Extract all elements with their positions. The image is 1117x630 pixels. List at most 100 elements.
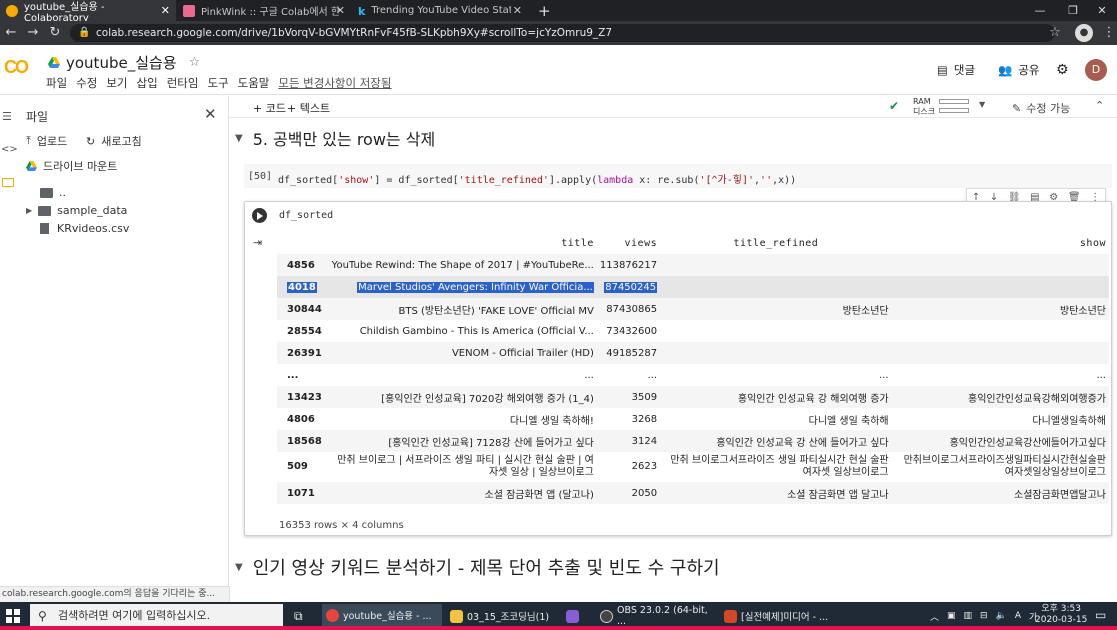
- close-icon[interactable]: ✕: [161, 4, 170, 17]
- close-icon[interactable]: ✕: [513, 4, 522, 17]
- output-icon[interactable]: ⇥: [253, 236, 262, 249]
- show-cell: 방탄소년단: [891, 298, 1109, 320]
- edit-mode-button[interactable]: ✎ 수정 가능: [1012, 100, 1070, 116]
- menu-edit[interactable]: 수정: [76, 75, 97, 91]
- close-icon[interactable]: ✕: [336, 4, 345, 17]
- browser-menu-icon[interactable]: ⋮: [1100, 24, 1117, 42]
- ime-icon[interactable]: A: [1015, 611, 1021, 621]
- views-cell: 3124: [596, 430, 661, 452]
- browser-tab-pinkwink[interactable]: PinkWink :: 구글 Colab에서 한글 ✕: [177, 0, 351, 21]
- notebook-toolbar: + 코드 + 텍스트 ✔ RAM 디스크 ▼ ✎ 수정 가능 ⌃: [229, 96, 1117, 118]
- browser-tab-colab[interactable]: youtube_실습용 - Colaboratory ✕: [0, 0, 176, 24]
- upload-button[interactable]: ⤒ 업로드: [26, 133, 67, 149]
- chevron-up-icon[interactable]: ︿: [930, 610, 939, 623]
- network-icon[interactable]: ⊟: [980, 611, 988, 621]
- file-tree-item[interactable]: ▶ sample_data: [26, 204, 127, 217]
- colab-logo[interactable]: CO: [4, 57, 29, 78]
- caret-down-icon[interactable]: ▼: [235, 562, 243, 573]
- views-cell: 49185287: [596, 342, 661, 364]
- restore-icon[interactable]: ❐: [1058, 0, 1088, 21]
- taskbar-app-visual-studio[interactable]: [562, 604, 590, 628]
- share-button[interactable]: 👥 공유: [998, 62, 1040, 78]
- reload-icon[interactable]: ↻: [46, 24, 64, 42]
- avatar[interactable]: D: [1085, 59, 1107, 81]
- menu-file[interactable]: 파일: [46, 75, 67, 91]
- chevron-right-icon: ▶: [26, 206, 33, 215]
- notification-icon[interactable]: ▭: [1095, 608, 1106, 622]
- code-snippets-icon[interactable]: <>: [1, 144, 18, 155]
- forward-icon[interactable]: →: [24, 24, 42, 42]
- windows-start-icon[interactable]: [6, 609, 20, 623]
- edit-mode-label: 수정 가능: [1026, 102, 1071, 115]
- tray-app-icon[interactable]: ▥: [964, 611, 973, 621]
- menu-tools[interactable]: 도구: [207, 75, 228, 91]
- save-status[interactable]: 모든 변경사항이 저장됨: [278, 75, 391, 91]
- upload-label: 업로드: [36, 135, 68, 148]
- collapse-header-icon[interactable]: ⌃: [1095, 99, 1104, 112]
- column-header: [277, 232, 329, 254]
- folder-icon: [40, 187, 53, 198]
- minimize-icon[interactable]: —: [1025, 0, 1055, 21]
- code-text[interactable]: df_sorted['show'] = df_sorted['title_ref…: [278, 171, 796, 186]
- menu-insert[interactable]: 삽입: [137, 75, 158, 91]
- taskbar-app-explorer[interactable]: 03_15_조코딩님(1): [446, 604, 558, 628]
- menu-help[interactable]: 도움말: [238, 75, 270, 91]
- section-heading[interactable]: ▼ 인기 영상 키워드 분석하기 - 제목 단어 추출 및 빈도 수 구하기: [235, 554, 720, 580]
- taskbar-app-obs[interactable]: OBS 23.0.2 (64-bit, ...: [596, 604, 716, 628]
- file-name: KRvideos.csv: [57, 222, 130, 235]
- run-cell-button[interactable]: [252, 208, 267, 223]
- add-code-button[interactable]: + 코드: [253, 100, 286, 116]
- mount-drive-button[interactable]: 드라이브 마운트: [26, 158, 117, 174]
- taskbar-app-chrome[interactable]: youtube_실습용 - ...: [322, 604, 442, 628]
- browser-address-bar: ← → ↻ 🔒 colab.research.google.com/drive/…: [0, 21, 1117, 45]
- back-icon[interactable]: ←: [2, 24, 20, 42]
- refresh-label: 새로고침: [101, 135, 142, 148]
- caret-down-icon[interactable]: ▼: [235, 133, 243, 144]
- comment-button[interactable]: ▤ 댓글: [937, 62, 975, 78]
- taskbar-app-powerpoint[interactable]: [실전예제]미디어 - ...: [720, 604, 840, 628]
- row-index: 4806: [287, 413, 315, 425]
- resource-monitor[interactable]: RAM 디스크: [913, 97, 935, 117]
- cell-code[interactable]: df_sorted: [279, 210, 333, 221]
- title-cell: 만취 브이로그 | 서프라이즈 생일 파티 | 실시간 현실 술판 | 여자셋 …: [337, 455, 594, 478]
- file-tree-item[interactable]: KRvideos.csv: [40, 222, 129, 235]
- show-cell: 만취브이로그서프라이즈생일파티실시간현실술판여자셋일상일상브이로그: [903, 455, 1106, 478]
- show-cell: 홍익인간인성교육강해외여행증가: [891, 386, 1109, 408]
- star-icon[interactable]: ☆: [189, 55, 201, 70]
- toc-icon[interactable]: ☰: [2, 110, 12, 123]
- views-cell: 3268: [631, 413, 658, 425]
- task-view-icon[interactable]: ⧉: [290, 604, 316, 628]
- new-tab-button[interactable]: +: [532, 0, 554, 21]
- title-cell: YouTube Rewind: The Shape of 2017 | #You…: [328, 254, 597, 276]
- folder-icon[interactable]: [2, 178, 14, 187]
- taskbar-search-input[interactable]: ⚲ 검색하려면 여기에 입력하십시오.: [30, 604, 283, 628]
- notebook-area: + 코드 + 텍스트 ✔ RAM 디스크 ▼ ✎ 수정 가능 ⌃ ▼ 5. 공백…: [229, 96, 1117, 586]
- refresh-button[interactable]: ↻ 새로고침: [86, 133, 142, 149]
- code-cell[interactable]: [50] df_sorted['show'] = df_sorted['titl…: [244, 164, 1112, 188]
- people-icon: 👥: [998, 63, 1013, 77]
- browser-tab-kaggle[interactable]: k Trending YouTube Video Statis ✕: [352, 0, 528, 21]
- volume-icon[interactable]: 🔈: [996, 611, 1007, 621]
- tray-app-icon[interactable]: ▣: [947, 611, 956, 621]
- mount-drive-label: 드라이브 마운트: [43, 160, 118, 173]
- bookmark-star-icon[interactable]: ☆: [1046, 24, 1064, 42]
- folder-icon: [38, 205, 52, 216]
- google-drive-icon: [48, 57, 60, 68]
- add-text-button[interactable]: + 텍스트: [287, 100, 330, 116]
- profile-icon[interactable]: ●: [1075, 24, 1093, 42]
- search-placeholder: 검색하려면 여기에 입력하십시오.: [58, 609, 211, 622]
- refined-cell: [660, 342, 892, 364]
- menu-runtime[interactable]: 런타임: [167, 75, 199, 91]
- file-tree-item[interactable]: ..: [40, 186, 66, 199]
- section-heading[interactable]: ▼ 5. 공백만 있는 row는 삭제: [235, 126, 435, 150]
- title-cell: BTS (방탄소년단) 'FAKE LOVE' Official MV: [328, 298, 597, 320]
- refined-cell: 만취 브이로그서프라이즈 생일 파티실시간 현실 술판여자셋 일상브이로그: [670, 455, 889, 478]
- chevron-down-icon[interactable]: ▼: [979, 100, 985, 109]
- notebook-title[interactable]: youtube_실습용: [66, 52, 177, 73]
- close-panel-icon[interactable]: ✕: [204, 105, 217, 123]
- taskbar-clock[interactable]: 오후 3:53 2020-03-15: [1035, 604, 1087, 626]
- window-close-icon[interactable]: ✕: [1087, 0, 1117, 21]
- url-field[interactable]: 🔒 colab.research.google.com/drive/1bVorq…: [70, 24, 1055, 42]
- menu-view[interactable]: 보기: [106, 75, 127, 91]
- gear-icon[interactable]: ⚙: [1056, 62, 1069, 78]
